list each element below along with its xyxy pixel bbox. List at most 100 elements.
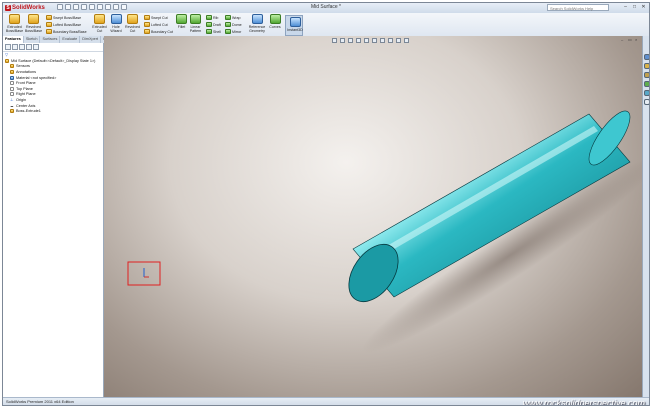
tree-item-label: Front Plane (16, 81, 36, 86)
swept-boss-button[interactable]: Swept Boss/Base (46, 15, 81, 20)
boundary-boss-icon (46, 29, 52, 34)
close-button[interactable]: ✕ (640, 4, 647, 11)
part-icon (5, 58, 9, 63)
swept-cut-icon (144, 15, 150, 20)
tree-item-label: Right Plane (16, 92, 36, 97)
boundary-cut-label: Boundary Cut (151, 29, 173, 34)
tree-item-label: Top Plane (16, 86, 33, 91)
feature-tree: Mid Surface (Default<<Default>_Display S… (3, 58, 103, 114)
revolved-boss-button[interactable]: Revolved Boss/Base (25, 14, 42, 33)
extruded-cut-icon (94, 14, 105, 24)
linear-pattern-label: Linear Pattern (189, 25, 202, 33)
tab-features[interactable]: Features (3, 36, 24, 43)
hole-wizard-button[interactable]: Hole Wizard (109, 14, 123, 33)
revolved-cut-icon (127, 14, 138, 24)
plane-icon (10, 92, 14, 97)
curves-icon (269, 14, 281, 24)
instant3d-button[interactable]: Instant3D (285, 15, 303, 36)
rib-button[interactable]: Rib (206, 15, 218, 20)
tab-evaluate[interactable]: Evaluate (60, 36, 81, 43)
extruded-boss-button[interactable]: Extruded Boss/Base (6, 14, 23, 33)
fillet-button[interactable]: Fillet (176, 14, 187, 29)
linear-pattern-icon (190, 14, 201, 24)
appearances-scenes-icon[interactable] (644, 90, 649, 96)
annotations-icon (10, 69, 14, 74)
design-library-icon[interactable] (644, 63, 649, 69)
shell-label: Shell (213, 29, 221, 34)
tree-item-boss-extrude1[interactable]: Boss-Extrude1 (3, 108, 103, 114)
mirror-button[interactable]: Mirror (225, 29, 241, 34)
swept-boss-icon (46, 15, 52, 20)
swept-cut-button[interactable]: Swept Cut (144, 15, 168, 20)
boundary-cut-icon (144, 29, 150, 34)
tree-item-label: Boss-Extrude1 (16, 109, 41, 114)
shell-button[interactable]: Shell (206, 29, 221, 34)
tree-item-label: Center Axis (16, 103, 36, 108)
feature-manager-panel: ▽ Mid Surface (Default<<Default>_Display… (3, 43, 104, 397)
dome-label: Dome (232, 22, 242, 27)
revolved-boss-icon (28, 14, 39, 24)
boundary-cut-button[interactable]: Boundary Cut (144, 29, 173, 34)
revolved-cut-button[interactable]: Revolved Cut (125, 14, 140, 33)
dome-button[interactable]: Dome (225, 22, 242, 27)
lofted-cut-icon (144, 22, 150, 27)
revolved-cut-label: Revolved Cut (125, 25, 140, 33)
status-text: SolidWorks Premium 2011 x64 Edition (6, 399, 74, 404)
display-manager-tab-icon[interactable] (33, 44, 39, 50)
tree-item-label: Annotations (16, 69, 37, 74)
tab-dimxpert[interactable]: DimXpert (80, 36, 102, 43)
swept-cut-label: Swept Cut (151, 15, 168, 20)
draft-button[interactable]: Draft (206, 22, 221, 27)
extruded-cut-button[interactable]: Extruded Cut (92, 14, 107, 33)
property-manager-tab-icon[interactable] (12, 44, 18, 50)
plane-icon (10, 81, 14, 86)
lofted-boss-label: Lofted Boss/Base (53, 22, 82, 27)
fillet-label: Fillet (177, 25, 186, 29)
revolved-boss-label: Revolved Boss/Base (24, 25, 43, 33)
linear-pattern-button[interactable]: Linear Pattern (188, 14, 203, 33)
swept-boss-label: Swept Boss/Base (53, 15, 82, 20)
boundary-boss-label: Boundary Boss/Base (53, 29, 87, 34)
solidworks-resources-icon[interactable] (644, 54, 649, 60)
dimxpert-manager-tab-icon[interactable] (26, 44, 32, 50)
hole-wizard-label: Hole Wizard (110, 25, 122, 33)
curves-button[interactable]: Curves (268, 14, 282, 29)
fillet-icon (176, 14, 187, 24)
model-view (127, 110, 642, 354)
lofted-cut-label: Lofted Cut (151, 22, 168, 27)
tree-root[interactable]: Mid Surface (Default<<Default>_Display S… (3, 58, 103, 64)
feature-manager-tab-icon[interactable] (5, 44, 11, 50)
dome-icon (225, 22, 231, 27)
hole-wizard-icon (110, 14, 122, 24)
solidworks-window: S SolidWorks Mid Surface * Search SolidW… (2, 2, 650, 406)
command-manager-tabs: Features Sketch Surfaces Evaluate DimXpe… (3, 36, 122, 48)
origin-icon: ⊥ (10, 96, 14, 102)
file-explorer-icon[interactable] (644, 72, 649, 78)
tab-sketch[interactable]: Sketch (24, 36, 41, 43)
boundary-boss-button[interactable]: Boundary Boss/Base (46, 29, 87, 34)
lofted-boss-button[interactable]: Lofted Boss/Base (46, 22, 81, 27)
search-icon[interactable] (644, 81, 649, 87)
shell-icon (206, 29, 212, 34)
maximize-button[interactable]: □ (631, 4, 638, 11)
minimize-button[interactable]: – (622, 4, 629, 11)
custom-properties-icon[interactable] (644, 99, 649, 105)
lofted-cut-button[interactable]: Lofted Cut (144, 22, 168, 27)
boss-extrude-icon (10, 109, 14, 114)
lofted-boss-icon (46, 22, 52, 27)
reference-geometry-label: Reference Geometry (248, 25, 266, 33)
mirror-label: Mirror (232, 29, 242, 34)
tree-item-label: Origin (16, 97, 27, 102)
extruded-boss-icon (9, 14, 20, 24)
watermark-text: www.rocksolidperspective.com (522, 398, 645, 406)
task-pane (642, 36, 649, 397)
search-help-input[interactable]: Search SolidWorks Help (547, 4, 609, 11)
wrap-button[interactable]: Wrap (225, 15, 241, 20)
tab-surfaces[interactable]: Surfaces (40, 36, 61, 43)
extruded-boss-label: Extruded Boss/Base (5, 25, 24, 33)
configuration-manager-tab-icon[interactable] (19, 44, 25, 50)
reference-geometry-button[interactable]: Reference Geometry (247, 14, 267, 33)
instant3d-icon (289, 17, 301, 27)
graphics-area[interactable]: – ▭ × (104, 36, 642, 397)
wrap-icon (225, 15, 231, 20)
